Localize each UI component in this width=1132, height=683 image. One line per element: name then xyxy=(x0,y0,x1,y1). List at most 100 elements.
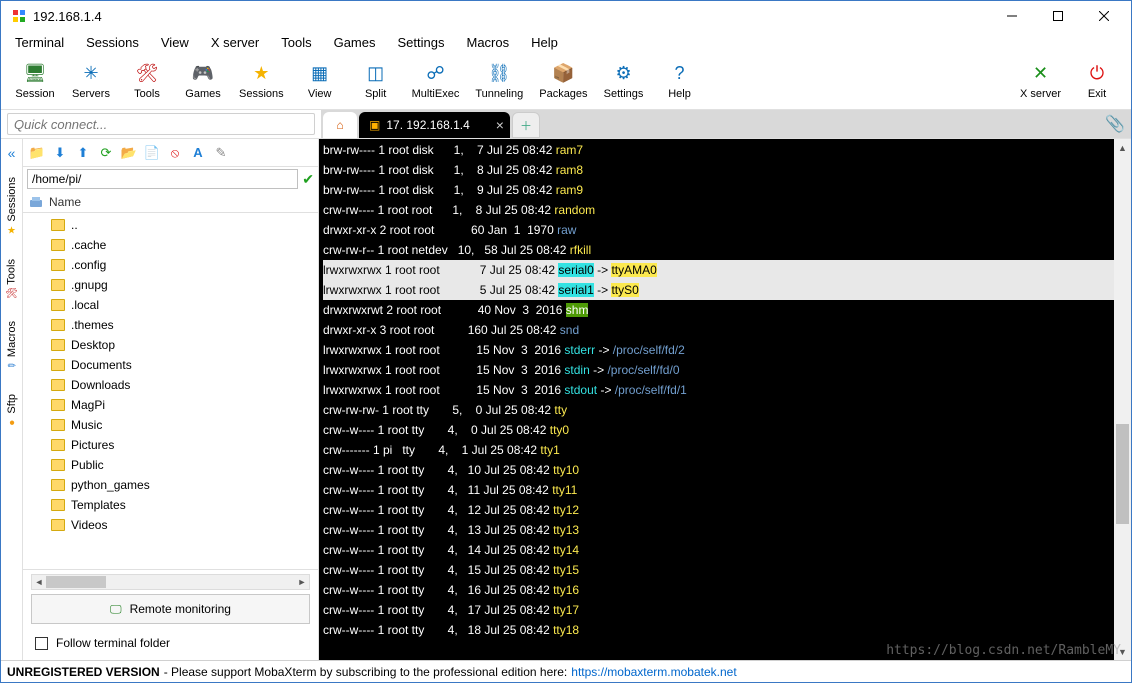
vtab-sftp[interactable]: ●Sftp xyxy=(4,384,20,439)
plus-icon: ＋ xyxy=(520,117,532,134)
file-item[interactable]: Templates xyxy=(23,495,318,515)
packages-button[interactable]: 📦Packages xyxy=(533,55,593,107)
exit-button[interactable]: ⏻Exit xyxy=(1071,55,1123,107)
menu-tools[interactable]: Tools xyxy=(271,33,321,52)
tools-button-icon: 🛠 xyxy=(135,63,159,85)
scroll-track[interactable] xyxy=(1114,156,1131,643)
file-item[interactable]: Desktop xyxy=(23,335,318,355)
tab-new[interactable]: ＋ xyxy=(512,112,540,138)
remote-monitoring-button[interactable]: 🖵 Remote monitoring xyxy=(31,594,310,624)
file-name: Templates xyxy=(71,498,126,512)
file-item[interactable]: .config xyxy=(23,255,318,275)
monitor-icon: 🖵 xyxy=(110,602,122,617)
subscribe-link[interactable]: https://mobaxterm.mobatek.net xyxy=(571,665,736,679)
file-item[interactable]: Documents xyxy=(23,355,318,375)
menu-x-server[interactable]: X server xyxy=(201,33,269,52)
menu-games[interactable]: Games xyxy=(324,33,386,52)
delete-icon[interactable]: ⦸ xyxy=(165,143,185,163)
tab-session-active[interactable]: ▣ 17. 192.168.1.4 × xyxy=(359,112,510,138)
vtab-sessions[interactable]: ★Sessions xyxy=(4,167,20,247)
collapse-chevron-icon[interactable]: « xyxy=(8,145,16,161)
upload-icon[interactable]: ⬆ xyxy=(73,143,93,163)
menu-settings[interactable]: Settings xyxy=(388,33,455,52)
scroll-left-icon[interactable]: ◄ xyxy=(32,575,46,589)
new-folder-icon[interactable]: 📂 xyxy=(119,143,139,163)
view-button[interactable]: ▦View xyxy=(294,55,346,107)
edit-icon[interactable]: ✎ xyxy=(211,143,231,163)
maximize-button[interactable] xyxy=(1035,1,1081,31)
scroll-thumb-v[interactable] xyxy=(1116,424,1129,524)
tunneling-button[interactable]: ⛓Tunneling xyxy=(469,55,529,107)
folder-icon xyxy=(51,399,65,411)
menu-macros[interactable]: Macros xyxy=(456,33,519,52)
file-item[interactable]: Videos xyxy=(23,515,318,535)
games-button[interactable]: 🎮Games xyxy=(177,55,229,107)
terminal-line: drwxr-xr-x 2 root root 60 Jan 1 1970 raw xyxy=(323,220,1114,240)
help-button[interactable]: ?Help xyxy=(654,55,706,107)
rename-icon[interactable]: A xyxy=(188,143,208,163)
xserver-button-icon: ✕ xyxy=(1029,63,1053,85)
session-button[interactable]: 🖥Session xyxy=(9,55,61,107)
scroll-down-icon[interactable]: ▼ xyxy=(1114,643,1131,660)
terminal-line: drwxrwxrwt 2 root root 40 Nov 3 2016 shm xyxy=(323,300,1114,320)
games-button-label: Games xyxy=(185,88,220,100)
tunneling-button-icon: ⛓ xyxy=(487,63,511,85)
paperclip-icon[interactable]: 📎 xyxy=(1105,114,1125,134)
follow-checkbox[interactable] xyxy=(35,637,48,650)
servers-button-icon: ✳ xyxy=(79,63,103,85)
terminal-line: crw--w---- 1 root tty 4, 10 Jul 25 08:42… xyxy=(323,460,1114,480)
servers-button[interactable]: ✳Servers xyxy=(65,55,117,107)
file-item[interactable]: Music xyxy=(23,415,318,435)
file-item[interactable]: Public xyxy=(23,455,318,475)
file-item[interactable]: Downloads xyxy=(23,375,318,395)
terminal-output[interactable]: brw-rw---- 1 root disk 1, 7 Jul 25 08:42… xyxy=(319,139,1114,660)
tools-button[interactable]: 🛠Tools xyxy=(121,55,173,107)
scroll-thumb[interactable] xyxy=(46,576,106,588)
terminal-scrollbar[interactable]: ▲ ▼ xyxy=(1114,139,1131,660)
file-item[interactable]: MagPi xyxy=(23,395,318,415)
menu-help[interactable]: Help xyxy=(521,33,568,52)
multiexec-button[interactable]: ☍MultiExec xyxy=(406,55,466,107)
follow-terminal-row[interactable]: Follow terminal folder xyxy=(31,628,310,660)
title-bar: 192.168.1.4 xyxy=(1,1,1131,31)
menu-view[interactable]: View xyxy=(151,33,199,52)
terminal-line: drwxr-xr-x 3 root root 160 Jul 25 08:42 … xyxy=(323,320,1114,340)
app-icon xyxy=(11,8,27,24)
file-item[interactable]: Pictures xyxy=(23,435,318,455)
scroll-right-icon[interactable]: ► xyxy=(295,575,309,589)
quick-connect-input[interactable] xyxy=(7,113,315,135)
settings-button[interactable]: ⚙Settings xyxy=(598,55,650,107)
vtab-tools[interactable]: 🛠Tools xyxy=(3,249,20,310)
file-tree[interactable]: ...cache.config.gnupg.local.themesDeskto… xyxy=(23,213,318,569)
terminal-line: crw-rw---- 1 root root 1, 8 Jul 25 08:42… xyxy=(323,200,1114,220)
file-item[interactable]: .gnupg xyxy=(23,275,318,295)
menu-terminal[interactable]: Terminal xyxy=(5,33,74,52)
file-item[interactable]: .. xyxy=(23,215,318,235)
menu-sessions[interactable]: Sessions xyxy=(76,33,149,52)
xserver-button[interactable]: ✕X server xyxy=(1014,55,1067,107)
minimize-button[interactable] xyxy=(989,1,1035,31)
exit-button-icon: ⏻ xyxy=(1085,63,1109,85)
vtab-macros[interactable]: ✏Macros xyxy=(4,311,20,382)
file-list-header[interactable]: Name xyxy=(23,191,318,213)
tab-home[interactable]: ⌂ xyxy=(323,112,357,138)
file-item[interactable]: .themes xyxy=(23,315,318,335)
file-item[interactable]: python_games xyxy=(23,475,318,495)
folder-icon xyxy=(51,299,65,311)
status-bar: UNREGISTERED VERSION - Please support Mo… xyxy=(1,660,1131,682)
close-button[interactable] xyxy=(1081,1,1127,31)
split-button[interactable]: ◫Split xyxy=(350,55,402,107)
new-file-icon[interactable]: 📄 xyxy=(142,143,162,163)
file-item[interactable]: .cache xyxy=(23,235,318,255)
refresh-icon[interactable]: ⟳ xyxy=(96,143,116,163)
main-area: « ★Sessions🛠Tools✏Macros●Sftp 📁 ⬇ ⬆ ⟳ 📂 … xyxy=(1,139,1131,660)
tab-strip: ⌂ ▣ 17. 192.168.1.4 × ＋ 📎 xyxy=(321,110,1131,138)
folder-up-icon[interactable]: 📁 xyxy=(27,143,47,163)
sessions-button[interactable]: ★Sessions xyxy=(233,55,290,107)
scroll-up-icon[interactable]: ▲ xyxy=(1114,139,1131,156)
download-icon[interactable]: ⬇ xyxy=(50,143,70,163)
file-item[interactable]: .local xyxy=(23,295,318,315)
tab-close-icon[interactable]: × xyxy=(496,117,504,133)
horizontal-scrollbar[interactable]: ◄ ► xyxy=(31,574,310,590)
sftp-path-input[interactable] xyxy=(27,169,298,189)
